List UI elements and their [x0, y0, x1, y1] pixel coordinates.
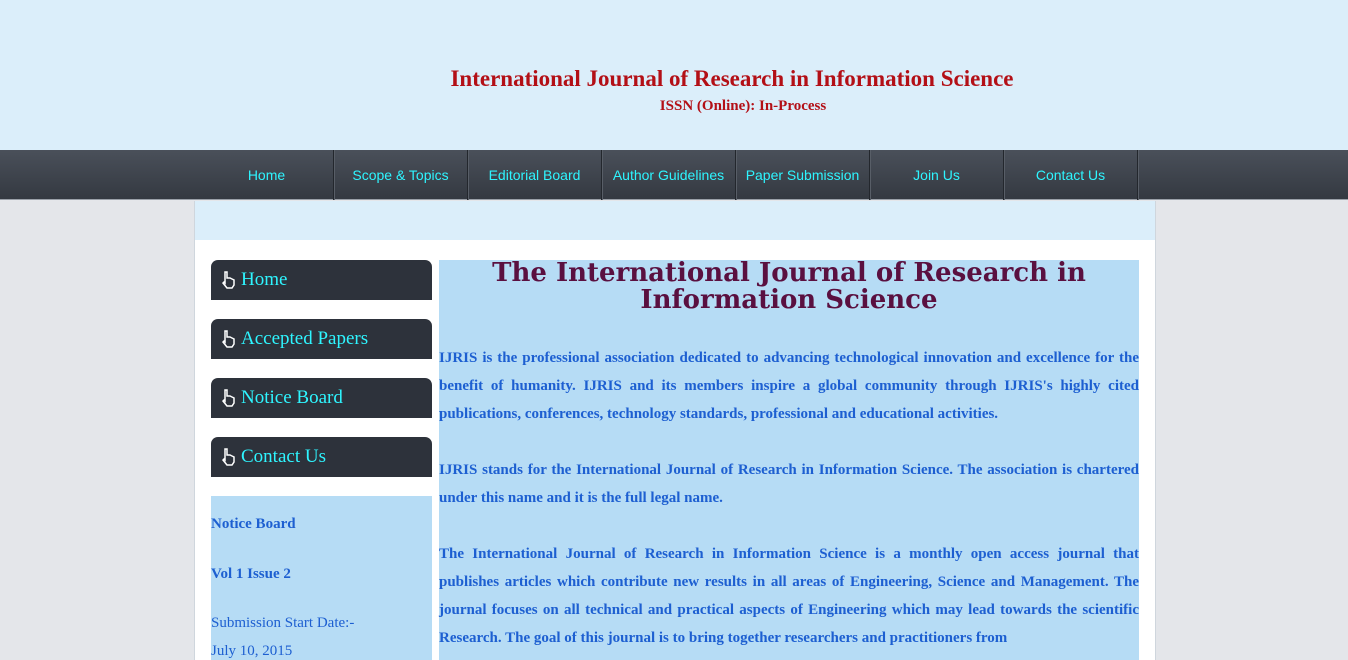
intro-paragraph-1: IJRIS is the professional association de…: [439, 350, 1139, 422]
pointer-hand-icon: [221, 446, 241, 468]
pointer-hand-icon: [221, 269, 241, 291]
pointer-hand-icon: [221, 328, 241, 350]
sidebar-item-label: Home: [241, 269, 288, 290]
top-navigation-bar: Home Scope & Topics Editorial Board Auth…: [0, 150, 1348, 200]
banner-strip: [195, 201, 1155, 240]
nav-item-paper-submission[interactable]: Paper Submission: [736, 150, 870, 200]
notice-heading: Notice Board: [211, 516, 296, 532]
site-header: International Journal of Research in Inf…: [0, 0, 1348, 150]
intro-paragraph-2: IJRIS stands for the International Journ…: [439, 462, 1139, 506]
intro-paragraph-3: The International Journal of Research in…: [439, 546, 1139, 646]
nav-item-contact-us[interactable]: Contact Us: [1004, 150, 1138, 200]
content-container: Home Accepted Papers Notice Board Contac…: [194, 201, 1156, 660]
nav-items: Home Scope & Topics Editorial Board Auth…: [200, 150, 1138, 200]
sidebar-item-contact-us[interactable]: Contact Us: [211, 437, 432, 477]
notice-start-label: Submission Start Date:-: [211, 615, 355, 631]
nav-item-home[interactable]: Home: [200, 150, 334, 200]
sidebar-item-home[interactable]: Home: [211, 260, 432, 300]
notice-volume: Vol 1 Issue 2: [211, 566, 291, 582]
nav-item-editorial-board[interactable]: Editorial Board: [468, 150, 602, 200]
notice-start-date: July 10, 2015: [211, 643, 293, 659]
sidebar-item-accepted-papers[interactable]: Accepted Papers: [211, 319, 432, 359]
main-content: The International Journal of Research in…: [439, 260, 1139, 660]
notice-panel: Notice Board Vol 1 Issue 2 Submission St…: [211, 496, 432, 660]
sidebar-item-label: Accepted Papers: [241, 328, 369, 349]
nav-item-join-us[interactable]: Join Us: [870, 150, 1004, 200]
main-title: The International Journal of Research in…: [492, 258, 1086, 315]
nav-item-scope-topics[interactable]: Scope & Topics: [334, 150, 468, 200]
sidebar-item-label: Contact Us: [241, 446, 326, 467]
sidebar-item-notice-board[interactable]: Notice Board: [211, 378, 432, 418]
sidebar-item-label: Notice Board: [241, 387, 343, 408]
site-title: International Journal of Research in Inf…: [450, 66, 1014, 91]
pointer-hand-icon: [221, 387, 241, 409]
nav-item-author-guidelines[interactable]: Author Guidelines: [602, 150, 736, 200]
site-issn: ISSN (Online): In-Process: [659, 98, 827, 114]
